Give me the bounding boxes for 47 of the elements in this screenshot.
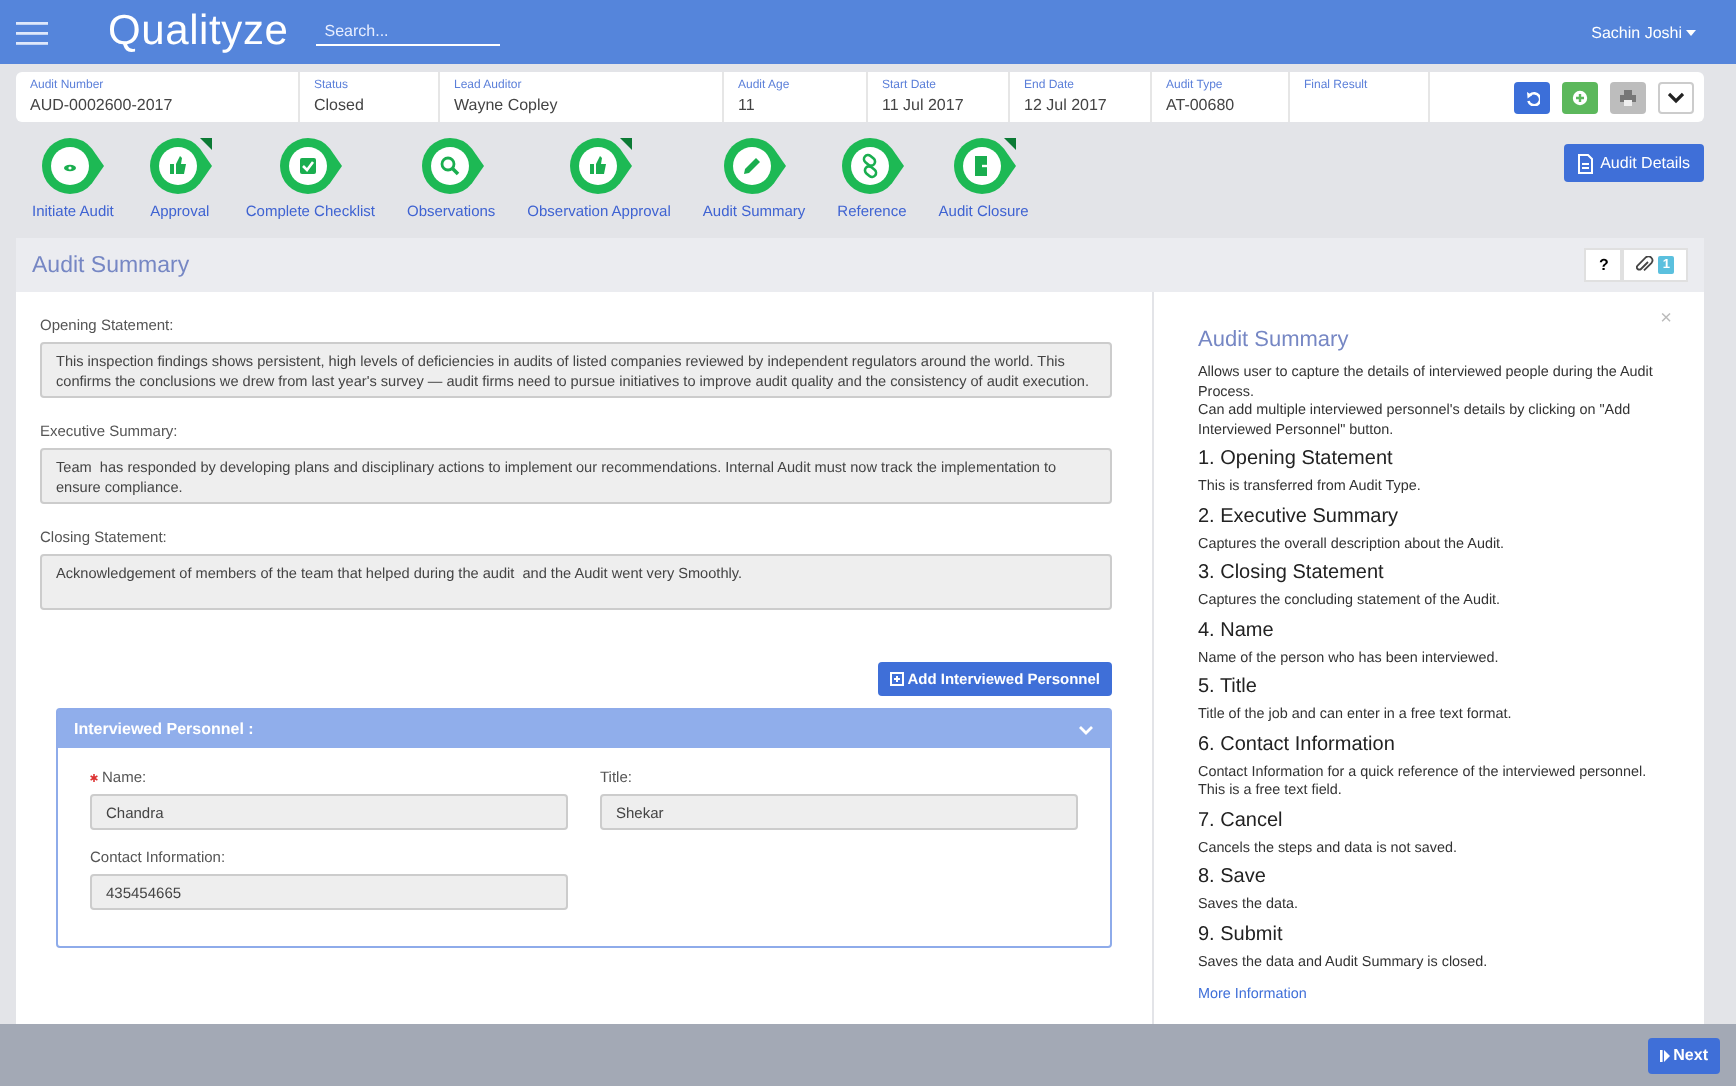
field-value: 12 Jul 2017 <box>1024 96 1109 114</box>
card-title: Interviewed Personnel : <box>74 720 256 738</box>
pencil-icon <box>724 138 787 194</box>
field-value: AT-00680 <box>1166 96 1237 114</box>
field-value: 11 Jul 2017 <box>882 96 966 114</box>
help-heading: 3. Closing Statement <box>1198 562 1386 584</box>
document-eye-icon <box>42 138 105 194</box>
help-heading: 4. Name <box>1198 619 1276 641</box>
help-heading: 5. Title <box>1198 676 1259 698</box>
field-value: 11 <box>738 96 757 114</box>
chevron-down-button[interactable] <box>1658 81 1694 113</box>
field-value: Wayne Copley <box>454 96 560 114</box>
thumbs-up-icon <box>569 138 632 194</box>
panel-title: Audit Summary <box>32 253 192 277</box>
audit-details-button[interactable]: Audit Details <box>1564 144 1704 182</box>
user-menu[interactable]: Sachin Joshi <box>1591 23 1696 41</box>
help-button[interactable]: ? <box>1584 248 1623 282</box>
thumbs-up-icon <box>149 138 212 194</box>
checkbox-icon <box>280 138 343 194</box>
help-heading: 8. Save <box>1198 866 1268 888</box>
chevron-down-icon <box>1668 89 1684 105</box>
caret-icon <box>1686 29 1696 35</box>
help-heading: 2. Executive Summary <box>1198 505 1401 527</box>
printer-button[interactable] <box>1610 81 1646 113</box>
next-button[interactable]: Next <box>1647 1037 1720 1073</box>
search-field[interactable]: Search... <box>316 18 501 46</box>
plus-circle-button[interactable] <box>1562 81 1598 113</box>
printer-icon <box>1620 89 1636 105</box>
skip-forward-icon <box>1659 1049 1670 1061</box>
field-value: Closed <box>314 96 366 114</box>
help-title: Audit Summary <box>1198 328 1351 352</box>
brand-logo: Qualityze <box>108 8 289 56</box>
plus-circle-icon <box>1572 89 1588 105</box>
reload-icon <box>1524 89 1540 105</box>
plus-square-icon <box>889 672 904 686</box>
help-heading: 9. Submit <box>1198 923 1285 945</box>
magnifier-icon <box>421 138 484 194</box>
menu-icon[interactable] <box>16 19 48 45</box>
door-exit-icon <box>953 138 1016 194</box>
chain-link-icon <box>842 138 904 194</box>
help-heading: 1. Opening Statement <box>1198 448 1395 470</box>
reload-button[interactable] <box>1514 81 1550 113</box>
help-heading: 7. Cancel <box>1198 809 1285 831</box>
document-icon <box>1578 153 1595 173</box>
field-value: AUD-0002600-2017 <box>30 96 175 114</box>
help-heading: 6. Contact Information <box>1198 733 1397 755</box>
paperclip-icon <box>1636 256 1655 274</box>
